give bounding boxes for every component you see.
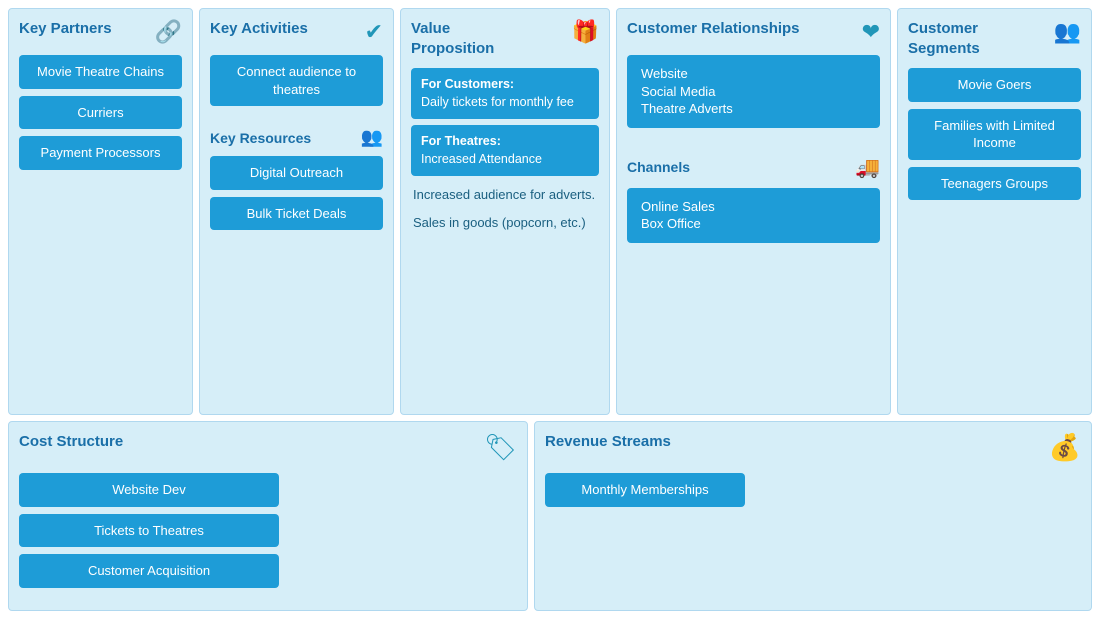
channels-section: Channels 🚚 Online SalesBox Office bbox=[627, 145, 880, 243]
cost-structure-card-3: Customer Acquisition bbox=[19, 554, 279, 588]
key-partners-header: Key Partners 🔗 bbox=[19, 19, 182, 45]
link-icon: 🔗 bbox=[155, 19, 182, 45]
for-theatres-label: For Theatres: bbox=[421, 134, 501, 148]
customer-relationships-section: Customer Relationships ❤ WebsiteSocial M… bbox=[616, 8, 891, 415]
for-customers-label: For Customers: bbox=[421, 77, 514, 91]
heart-icon: ❤ bbox=[862, 19, 880, 45]
key-activities-header: Key Activities ✔ bbox=[210, 19, 383, 45]
value-proposition-title: ValueProposition bbox=[411, 19, 494, 58]
key-partners-card-1: Movie Theatre Chains bbox=[19, 55, 182, 89]
revenue-streams-card-1: Monthly Memberships bbox=[545, 473, 745, 507]
key-activities-card-1: Connect audience to theatres bbox=[210, 55, 383, 106]
customer-relationships-card-1: WebsiteSocial MediaTheatre Adverts bbox=[627, 55, 880, 128]
customer-segments-card-3: Teenagers Groups bbox=[908, 167, 1081, 201]
checkmark-icon: ✔ bbox=[365, 19, 383, 45]
key-activities-section: Key Activities ✔ Connect audience to the… bbox=[199, 8, 394, 415]
key-partners-title: Key Partners bbox=[19, 19, 112, 39]
channels-title: Channels bbox=[627, 159, 690, 175]
revenue-streams-section: Revenue Streams 💰 Monthly Memberships bbox=[534, 421, 1092, 611]
key-resources-title: Key Resources bbox=[210, 130, 311, 146]
cost-structure-section: Cost Structure 🏷 Website Dev Tickets to … bbox=[8, 421, 528, 611]
channels-header: Channels 🚚 bbox=[627, 155, 880, 180]
key-resources-card-2: Bulk Ticket Deals bbox=[210, 197, 383, 231]
revenue-streams-header: Revenue Streams 💰 bbox=[545, 432, 1081, 463]
key-partners-card-2: Curriers bbox=[19, 96, 182, 130]
customer-relationships-header: Customer Relationships ❤ bbox=[627, 19, 880, 45]
channels-card-1: Online SalesBox Office bbox=[627, 188, 880, 243]
key-resources-card-1: Digital Outreach bbox=[210, 156, 383, 190]
tag-icon: 🏷 bbox=[484, 432, 517, 463]
key-activities-title: Key Activities bbox=[210, 19, 308, 39]
key-resources-header: Key Resources 👥 bbox=[210, 127, 383, 148]
customer-segments-card-2: Families with Limited Income bbox=[908, 109, 1081, 160]
for-customers-text: Daily tickets for monthly fee bbox=[421, 95, 574, 109]
truck-icon: 🚚 bbox=[855, 155, 880, 180]
cost-structure-header: Cost Structure 🏷 bbox=[19, 432, 517, 463]
for-theatres-text: Increased Attendance bbox=[421, 152, 542, 166]
key-partners-card-3: Payment Processors bbox=[19, 136, 182, 170]
value-extra-1: Increased audience for adverts. bbox=[411, 182, 599, 208]
gift-icon: 🎁 bbox=[572, 19, 599, 45]
value-proposition-header: ValueProposition 🎁 bbox=[411, 19, 599, 58]
value-proposition-section: ValueProposition 🎁 For Customers: Daily … bbox=[400, 8, 610, 415]
customer-segments-header: Customer Segments 👥 bbox=[908, 19, 1081, 58]
cost-structure-title: Cost Structure bbox=[19, 432, 123, 452]
revenue-streams-title: Revenue Streams bbox=[545, 432, 671, 452]
customer-segments-card-1: Movie Goers bbox=[908, 68, 1081, 102]
key-partners-section: Key Partners 🔗 Movie Theatre Chains Curr… bbox=[8, 8, 193, 415]
value-for-theatres-card: For Theatres: Increased Attendance bbox=[411, 125, 599, 176]
customer-segments-section: Customer Segments 👥 Movie Goers Families… bbox=[897, 8, 1092, 415]
customer-relationships-title: Customer Relationships bbox=[627, 19, 800, 39]
people-icon: 👥 bbox=[1054, 19, 1081, 45]
value-for-customers-card: For Customers: Daily tickets for monthly… bbox=[411, 68, 599, 119]
money-bag-icon: 💰 bbox=[1049, 432, 1081, 463]
key-resources-section: Key Resources 👥 Digital Outreach Bulk Ti… bbox=[210, 127, 383, 230]
resources-icon: 👥 bbox=[361, 127, 383, 148]
cost-structure-card-2: Tickets to Theatres bbox=[19, 514, 279, 548]
cost-structure-card-1: Website Dev bbox=[19, 473, 279, 507]
value-extra-2: Sales in goods (popcorn, etc.) bbox=[411, 210, 599, 236]
customer-segments-title: Customer Segments bbox=[908, 19, 1048, 58]
